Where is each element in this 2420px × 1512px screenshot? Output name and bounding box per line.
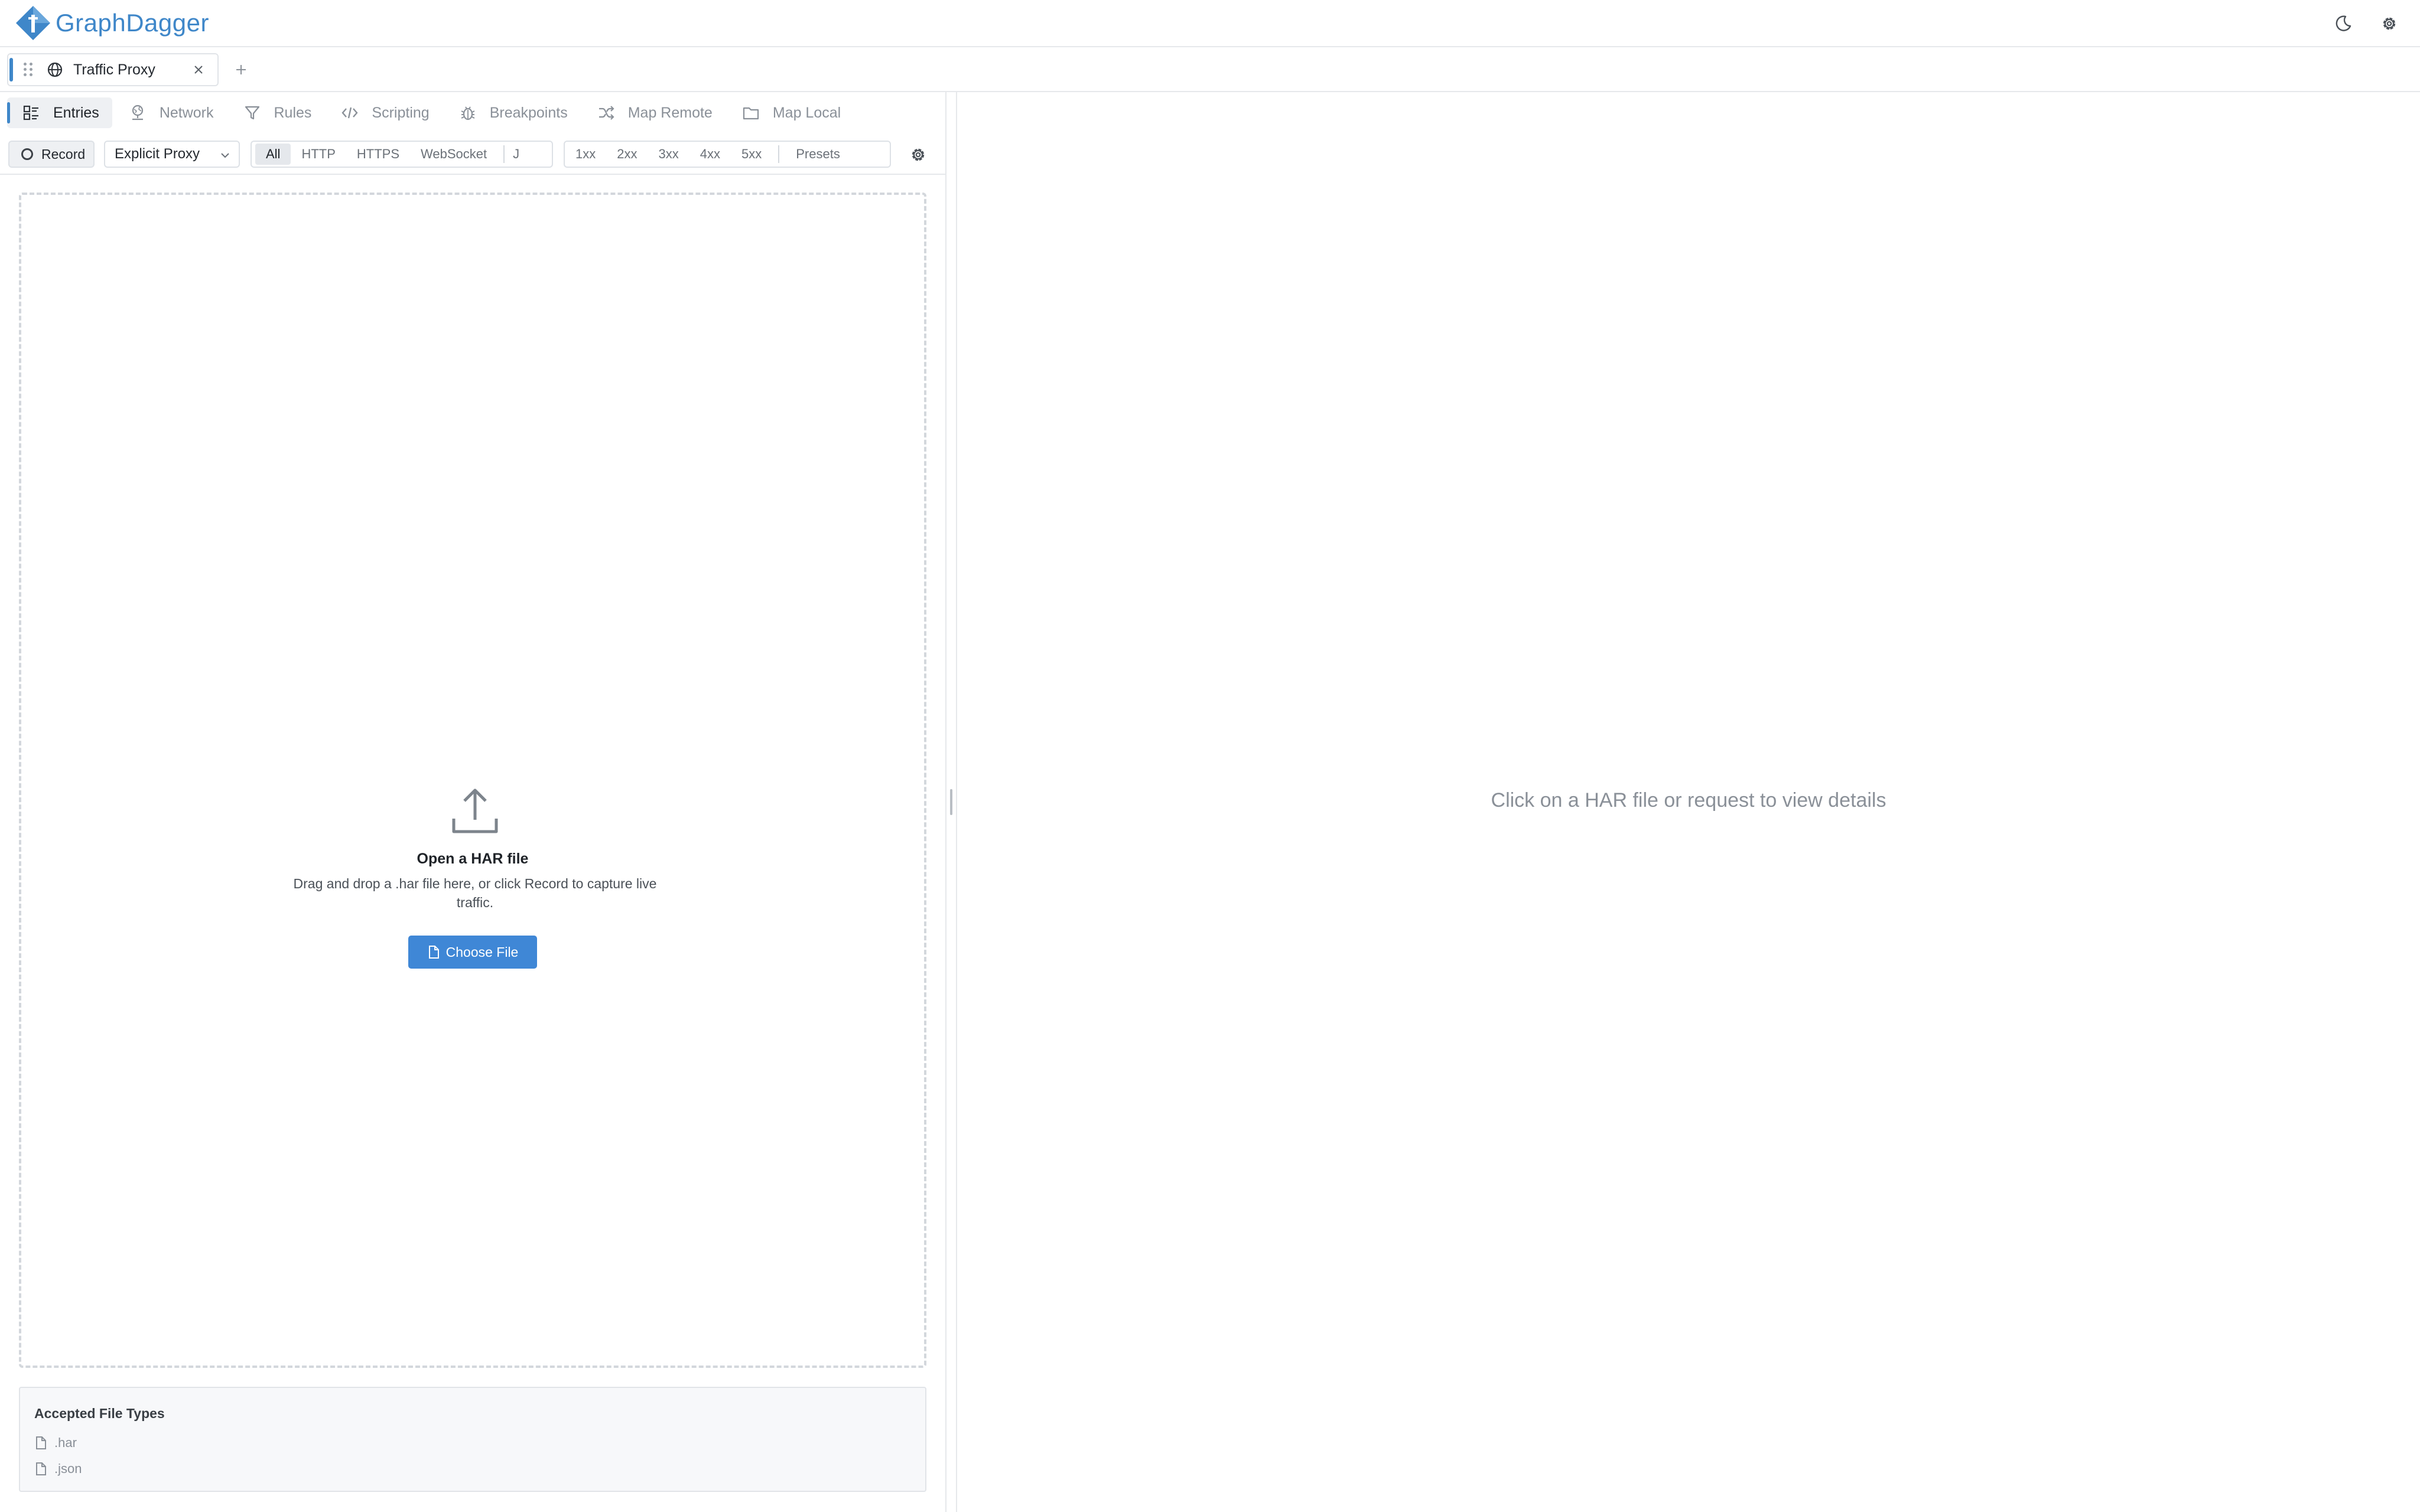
moon-icon [2336,15,2351,31]
subnav-entries[interactable]: Entries [7,97,112,128]
subnav-map-remote[interactable]: Map Remote [584,97,726,128]
subnav-breakpoints[interactable]: Breakpoints [446,97,581,128]
details-pane: Click on a HAR file or request to view d… [957,92,2420,1512]
logo-icon [16,6,50,40]
proxy-mode-select[interactable]: Explicit Proxy [104,141,240,168]
protocol-filter-group: All HTTP HTTPS WebSocket J [251,141,553,168]
new-tab-button[interactable] [229,58,253,82]
filter-https[interactable]: HTTPS [346,144,410,165]
tab-label: Traffic Proxy [73,61,155,78]
filter-http[interactable]: HTTP [291,144,346,165]
globe-icon [47,62,63,77]
tab-traffic-proxy[interactable]: Traffic Proxy [7,53,219,86]
entries-icon [23,105,38,120]
file-icon [36,1436,46,1449]
file-icon [36,1462,46,1475]
choose-file-button[interactable]: Choose File [408,936,537,969]
accepted-title: Accepted File Types [34,1406,165,1421]
record-label: Record [41,146,86,162]
gear-icon[interactable] [909,145,928,164]
file-type-label: .har [54,1435,77,1450]
entries-toolbar: Record Explicit Proxy All HTTP HTTPS Web… [0,133,945,175]
plus-icon [236,65,246,74]
file-type-item: .json [34,1461,82,1477]
subnav-scripting-label: Scripting [372,104,430,121]
subnav-breakpoints-label: Breakpoints [489,104,568,121]
filter-2xx[interactable]: 2xx [606,144,648,165]
status-filter-group: 1xx 2xx 3xx 4xx 5xx Presets [564,141,891,168]
presets-button[interactable]: Presets [785,144,851,165]
app-header: GraphDagger [0,0,2420,47]
divider [503,145,505,163]
folder-icon [743,107,759,120]
bug-icon [461,106,475,120]
filter-3xx[interactable]: 3xx [648,144,689,165]
file-type-item: .har [34,1435,77,1451]
subnav-map-remote-label: Map Remote [627,104,713,121]
record-icon [21,148,33,160]
shuffle-icon [599,106,614,120]
details-empty-message: Click on a HAR file or request to view d… [1491,789,1886,812]
divider [778,145,780,163]
subnav-rules-label: Rules [274,104,312,121]
gear-icon [2383,17,2396,30]
theme-toggle-button[interactable] [2329,9,2357,38]
sub-navigation: Entries Network Rules Scripting Breakpoi… [0,92,945,133]
subnav-rules[interactable]: Rules [230,97,325,128]
filter-5xx[interactable]: 5xx [731,144,772,165]
chevron-down-icon [221,153,229,158]
close-icon[interactable] [191,63,206,77]
choose-file-label: Choose File [445,944,519,960]
app-name: GraphDagger [56,9,209,37]
proxy-mode-value: Explicit Proxy [115,146,200,162]
filter-1xx[interactable]: 1xx [565,144,606,165]
subnav-scripting[interactable]: Scripting [328,97,442,128]
upload-icon [452,788,498,833]
filter-websocket[interactable]: WebSocket [410,144,497,165]
filter-all[interactable]: All [255,144,291,165]
drop-zone-title: Open a HAR file [417,850,529,867]
accepted-file-types: Accepted File Types .har .json [19,1387,926,1492]
file-type-label: .json [54,1461,82,1476]
subnav-network[interactable]: Network [116,97,227,128]
record-button[interactable]: Record [8,141,95,168]
network-icon [132,105,143,120]
filter-truncated[interactable]: J [510,144,519,165]
drop-zone-description: Drag and drop a .har file here, or click… [293,876,657,910]
tab-strip: Traffic Proxy [0,47,2420,92]
entries-pane: Entries Network Rules Scripting Breakpoi… [0,92,945,1512]
active-tab-indicator [9,58,13,82]
filter-icon [245,106,259,120]
filter-4xx[interactable]: 4xx [689,144,731,165]
subnav-network-label: Network [159,104,214,121]
subnav-map-local-label: Map Local [772,104,841,121]
pane-resizer[interactable] [945,92,957,1512]
har-drop-zone[interactable]: Open a HAR file Drag and drop a .har fil… [19,193,926,1368]
code-icon [341,107,359,119]
subnav-map-local[interactable]: Map Local [729,97,854,128]
drag-handle-icon[interactable] [24,63,33,77]
file-icon [428,946,439,959]
resize-handle[interactable] [950,789,952,815]
subnav-entries-label: Entries [53,104,99,121]
settings-button[interactable] [2375,9,2403,38]
logo[interactable]: GraphDagger [14,4,209,42]
